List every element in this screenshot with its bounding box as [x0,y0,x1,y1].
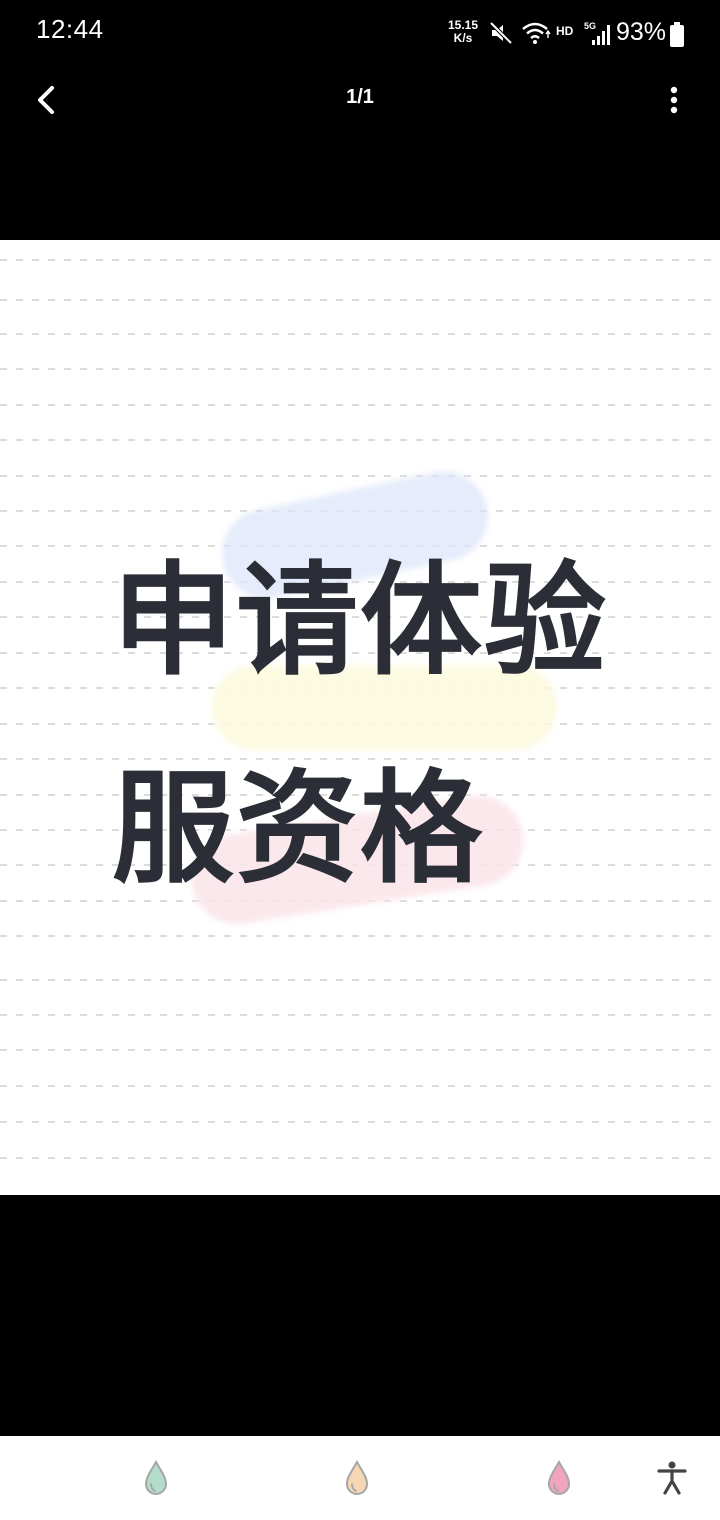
battery-icon [669,22,685,52]
more-vertical-icon [670,86,678,114]
network-speed-unit: K/s [453,31,473,45]
back-button[interactable] [24,78,68,122]
more-options-button[interactable] [656,78,692,122]
drop-teal-icon[interactable] [136,1458,176,1498]
status-time: 12:44 [36,14,104,44]
drop-pink-icon[interactable] [539,1458,579,1498]
top-app-bar: 1/1 [0,68,720,130]
headline-line-2: 服资格 [112,758,484,900]
accessibility-icon[interactable] [652,1458,692,1498]
wifi-icon [521,20,551,50]
screen: 12:44 15.15 K/s HD 5G 93% 1/1 申请体验 服资格 [0,0,720,1520]
signal-icon: 5G [584,20,612,52]
chevron-left-icon [38,86,54,114]
image-viewer[interactable]: 申请体验 服资格 [0,240,720,1195]
bottom-navigation [0,1436,720,1520]
page-counter: 1/1 [346,86,374,108]
headline-line-1: 申请体验 [112,550,608,692]
drop-peach-icon[interactable] [337,1458,377,1498]
network-type-label: 5G [584,21,596,31]
status-bar: 12:44 15.15 K/s HD 5G 93% [0,0,720,68]
hd-label: HD [556,24,574,38]
battery-level: 93% [616,18,667,46]
network-speed: 15.15 K/s [441,19,485,45]
mute-icon [489,20,513,50]
